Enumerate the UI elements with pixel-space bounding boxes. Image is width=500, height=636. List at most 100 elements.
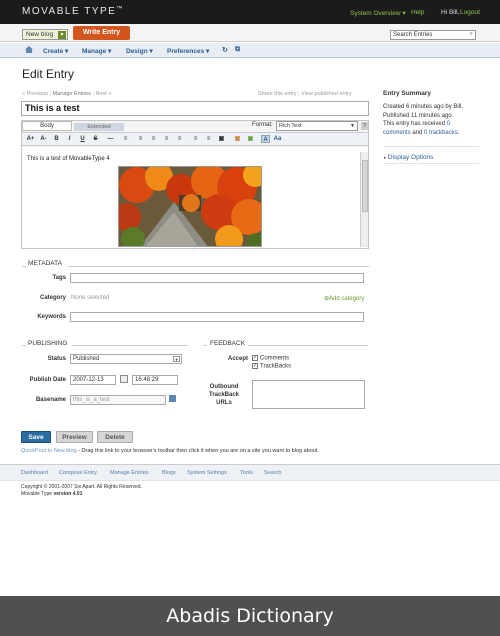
wysiwyg-mode-button[interactable]: A: [261, 135, 270, 143]
outbound-trackback-urls-input[interactable]: [252, 380, 365, 409]
outbound-label-line: TrackBack: [208, 392, 240, 398]
checkbox-checked-icon[interactable]: ✓: [252, 363, 258, 369]
footer-link-blogs[interactable]: Blogs: [162, 470, 176, 476]
search-input[interactable]: Search Entries ⌕: [390, 30, 476, 40]
footer-link-search[interactable]: Search: [264, 470, 281, 476]
italic-button[interactable]: I: [65, 135, 74, 143]
basename-input[interactable]: this_is_a_test: [70, 395, 166, 405]
blockquote-button[interactable]: ≡: [149, 135, 158, 143]
help-link[interactable]: Help: [411, 9, 424, 16]
publish-time-input[interactable]: 16:48:29: [132, 375, 178, 385]
preview-button[interactable]: Preview: [56, 431, 93, 443]
refresh-icon[interactable]: ↻: [222, 46, 228, 54]
increase-font-button[interactable]: A+: [26, 135, 35, 143]
write-entry-button[interactable]: Write Entry: [73, 26, 130, 40]
publish-date-input[interactable]: 2007-12-13: [70, 375, 116, 385]
copyright: Copyright © 2001-2007 Six Apart. All Rig…: [21, 484, 142, 490]
keywords-input[interactable]: [70, 312, 364, 322]
category-value: None selected: [71, 295, 110, 301]
format-select[interactable]: Rich Text ▼: [276, 121, 358, 131]
logout-link[interactable]: Logout: [460, 9, 480, 16]
html-mode-button[interactable]: Aa: [273, 135, 282, 143]
display-options-link[interactable]: ▸ Display Options: [384, 154, 433, 161]
tags-input[interactable]: [70, 273, 364, 283]
status-label: Status: [47, 356, 66, 362]
chevron-down-icon: ▼: [173, 356, 180, 362]
resize-handle[interactable]: ⋯: [191, 248, 196, 254]
next-link[interactable]: Next »: [96, 91, 112, 97]
strikethrough-button[interactable]: S: [91, 135, 100, 143]
align-center-button[interactable]: ≡: [204, 135, 213, 143]
calendar-icon[interactable]: [120, 375, 128, 383]
home-icon[interactable]: [25, 46, 33, 53]
nav-manage[interactable]: Manage ▾: [82, 47, 111, 55]
manage-entries-link[interactable]: Manage Entries: [53, 91, 92, 97]
footer-link-compose-entry[interactable]: Compose Entry: [59, 470, 97, 476]
footer-link-system-settings[interactable]: System Settings: [187, 470, 227, 476]
created-text: Created 6 minutes ago by Bill.: [383, 104, 464, 110]
insert-file-button[interactable]: ▣: [246, 135, 255, 143]
body-text[interactable]: This is a test of MovableType 4: [27, 156, 110, 162]
status-value: Published: [73, 356, 100, 362]
footer-link-dashboard[interactable]: Dashboard: [21, 470, 48, 476]
bold-button[interactable]: B: [52, 135, 61, 143]
logo-text: MOVABLE TYPE: [22, 6, 117, 17]
chevron-down-icon: ▼: [58, 31, 66, 39]
category-label: Category: [39, 295, 66, 301]
decrease-font-button[interactable]: A-: [39, 135, 48, 143]
trackbacks-checkbox[interactable]: ✓ TrackBacks: [252, 363, 291, 370]
delete-button[interactable]: Delete: [97, 431, 133, 443]
footer-link-tools[interactable]: Tools: [240, 470, 253, 476]
quickpost-link[interactable]: QuickPost to New blog: [21, 448, 77, 454]
system-overview-menu[interactable]: System Overview ▾: [350, 9, 406, 17]
autumn-photo[interactable]: [118, 166, 262, 247]
tags-label: Tags: [52, 275, 66, 281]
trackbacks-count-link[interactable]: 0 trackbacks: [424, 130, 458, 136]
external-view-icon[interactable]: ⧉: [235, 46, 240, 54]
keywords-label: Keywords: [37, 314, 66, 320]
editor-scrollbar[interactable]: [360, 152, 368, 247]
unordered-list-button[interactable]: ≡: [162, 135, 171, 143]
received-text: This entry has received 0 comments and 0…: [383, 121, 460, 136]
align-right-button[interactable]: ▣: [217, 135, 226, 143]
accept-label: Accept: [227, 356, 248, 362]
version-info: Movable Type version 4.01: [21, 491, 82, 497]
feedback-heading: FEEDBACK: [210, 340, 246, 347]
publish-date-label: Publish Date: [29, 377, 66, 383]
indent-button[interactable]: ≡: [136, 135, 145, 143]
footer-link-manage-entries[interactable]: Manage Entries: [110, 470, 149, 476]
comments-checkbox[interactable]: ✓ Comments: [252, 355, 289, 362]
entry-title-input[interactable]: This is a test: [21, 101, 369, 116]
status-select[interactable]: Published ▼: [70, 354, 182, 364]
display-options-label: Display Options: [387, 154, 434, 161]
align-left-button[interactable]: ≡: [191, 135, 200, 143]
lock-icon[interactable]: [169, 395, 176, 402]
version-prefix: Movable Type: [21, 491, 54, 497]
insert-image-button[interactable]: ▣: [233, 135, 242, 143]
underline-button[interactable]: U: [78, 135, 87, 143]
nav-design[interactable]: Design ▾: [126, 47, 153, 55]
nav-create[interactable]: Create ▾: [43, 47, 68, 55]
blog-selector[interactable]: New blog ▼: [22, 29, 68, 40]
view-published-link[interactable]: View published entry: [301, 91, 352, 97]
checkbox-checked-icon[interactable]: ✓: [252, 355, 258, 361]
tab-body[interactable]: Body: [22, 121, 72, 131]
main-nav: [0, 43, 500, 58]
movable-type-logo[interactable]: MOVABLE TYPE™: [22, 6, 124, 17]
tab-extended[interactable]: Extended: [74, 123, 124, 131]
previous-link[interactable]: « Previous: [22, 91, 48, 97]
add-category-link[interactable]: ⊕Add category: [324, 295, 364, 302]
format-value: Rich Text: [279, 123, 302, 129]
comments-label: Comments: [260, 355, 290, 362]
share-link[interactable]: Share this entry: [258, 91, 297, 97]
trackbacks-label: TrackBacks: [260, 363, 292, 370]
save-button[interactable]: Save: [21, 431, 51, 443]
email-link-button[interactable]: ≡: [121, 135, 130, 143]
search-icon[interactable]: ⌕: [470, 31, 473, 38]
link-button[interactable]: ―: [106, 135, 115, 143]
nav-preferences[interactable]: Preferences ▾: [167, 47, 209, 55]
and-text: and: [410, 129, 425, 136]
scrollbar-thumb[interactable]: [362, 160, 368, 212]
format-help-icon[interactable]: ?: [361, 122, 368, 130]
ordered-list-button[interactable]: ≡: [175, 135, 184, 143]
